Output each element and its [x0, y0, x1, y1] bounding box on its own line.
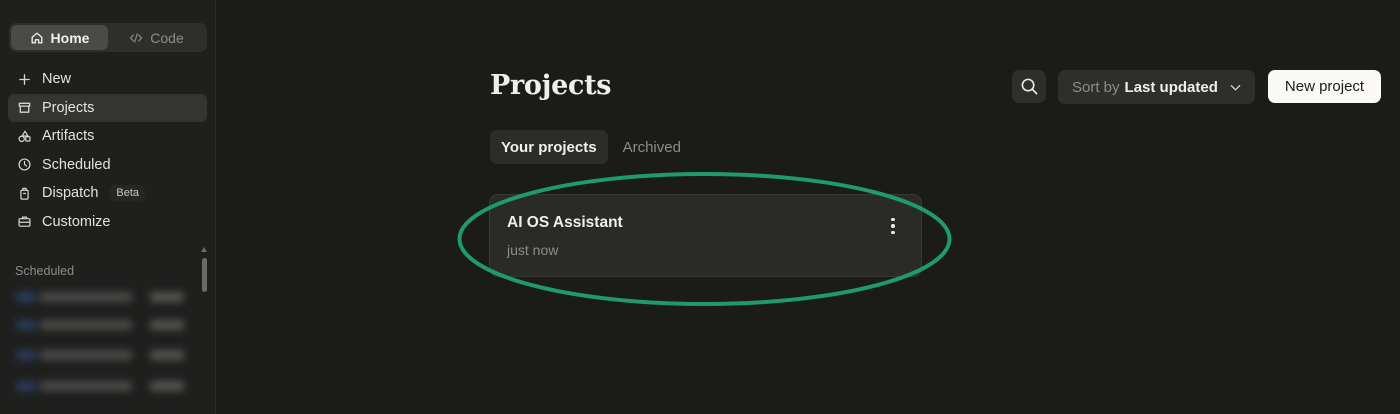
- sidebar-nav: New Projects Artifacts Scheduled Dispatc…: [8, 65, 207, 237]
- sidebar-item-label: Customize: [42, 213, 111, 230]
- sidebar-item-dispatch[interactable]: Dispatch Beta: [8, 179, 207, 207]
- sidebar-scrollbar[interactable]: [202, 258, 207, 292]
- beta-badge: Beta: [110, 185, 146, 202]
- sort-value: Last updated: [1124, 78, 1218, 96]
- redacted-row: [10, 378, 200, 394]
- home-mode-button[interactable]: Home: [11, 25, 108, 50]
- sort-prefix: Sort by: [1072, 78, 1120, 96]
- sidebar-item-label: Artifacts: [42, 128, 95, 145]
- scheduled-list-redacted: [10, 286, 200, 414]
- tab-archived[interactable]: Archived: [612, 130, 692, 164]
- dispatch-icon: [20, 187, 29, 200]
- artifacts-icon: [18, 129, 31, 142]
- redacted-row: [10, 347, 200, 363]
- code-mode-button[interactable]: Code: [108, 25, 205, 50]
- home-icon: [31, 32, 43, 43]
- sidebar-item-label: Dispatch: [42, 185, 99, 202]
- sidebar-item-customize[interactable]: Customize: [8, 208, 207, 236]
- sidebar-item-label: Projects: [42, 99, 95, 116]
- page-title: Projects: [490, 70, 612, 101]
- scheduled-section-label: Scheduled: [15, 264, 75, 278]
- more-options-icon[interactable]: [883, 215, 903, 237]
- clock-icon: [18, 158, 31, 171]
- sort-dropdown[interactable]: Sort by Last updated: [1058, 70, 1255, 104]
- project-card[interactable]: AI OS Assistant just now: [489, 194, 922, 277]
- plus-icon: [19, 73, 30, 85]
- project-name: AI OS Assistant: [507, 214, 623, 231]
- briefcase-icon: [18, 216, 31, 228]
- sidebar-item-artifacts[interactable]: Artifacts: [8, 122, 207, 150]
- redacted-row: [10, 317, 200, 333]
- scroll-up-arrow[interactable]: [201, 247, 207, 252]
- sidebar-item-label: Scheduled: [42, 156, 111, 173]
- sidebar-item-new[interactable]: New: [8, 65, 207, 93]
- redacted-row: [10, 289, 200, 305]
- sidebar-item-scheduled[interactable]: Scheduled: [8, 151, 207, 179]
- search-button[interactable]: [1012, 70, 1046, 103]
- sidebar-item-label: New: [42, 71, 72, 87]
- project-updated: just now: [507, 242, 559, 258]
- code-mode-label: Code: [150, 29, 184, 46]
- main-content: Projects Sort by Last updated New projec…: [217, 0, 1400, 414]
- search-icon: [1021, 78, 1037, 95]
- folder-icon: [18, 102, 31, 113]
- new-project-button[interactable]: New project: [1268, 70, 1381, 103]
- mode-switch: Home Code: [9, 23, 207, 52]
- project-tabs: Your projects Archived: [490, 130, 692, 164]
- chevron-down-icon: [1230, 84, 1241, 90]
- code-icon: [130, 32, 143, 43]
- sidebar: Home Code New Projects Artifacts Schedul…: [0, 0, 216, 414]
- tab-your-projects[interactable]: Your projects: [490, 130, 608, 164]
- home-mode-label: Home: [50, 29, 90, 46]
- sidebar-item-projects[interactable]: Projects: [8, 93, 207, 122]
